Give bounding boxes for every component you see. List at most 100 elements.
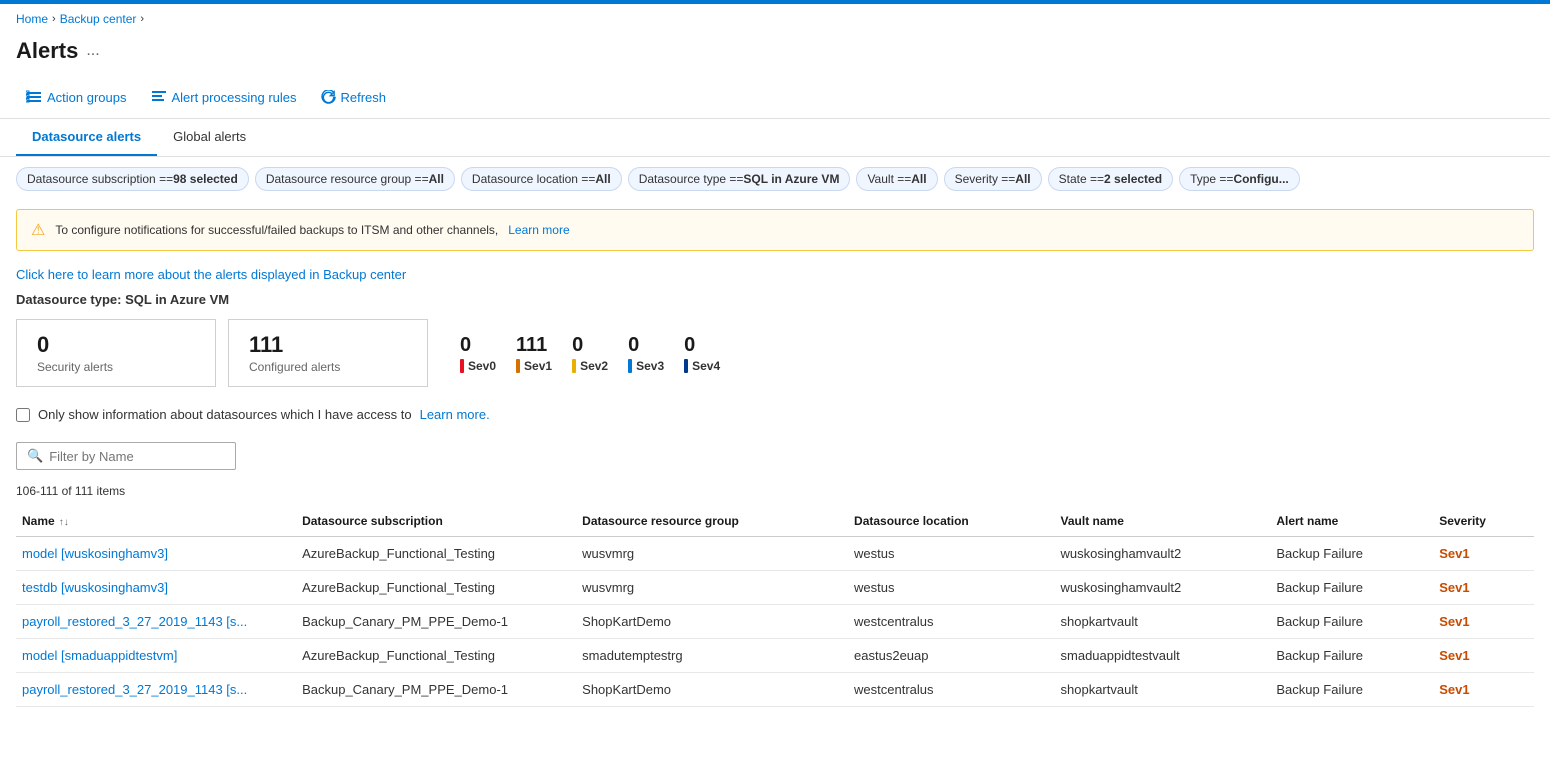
- sev-item-sev4: 0 Sev4: [684, 334, 720, 373]
- refresh-button[interactable]: Refresh: [311, 85, 397, 110]
- sev1-label: Sev1: [524, 359, 552, 373]
- more-options-icon[interactable]: ...: [86, 42, 99, 60]
- sev0-bar: [460, 359, 464, 373]
- warning-learn-more-link[interactable]: Learn more: [508, 223, 569, 237]
- datasource-access-checkbox[interactable]: [16, 408, 30, 422]
- col-header-subscription: Datasource subscription: [296, 506, 576, 537]
- table-row: model [wuskosinghamv3]AzureBackup_Functi…: [16, 537, 1534, 571]
- table-cell-name[interactable]: model [smaduappidtestvm]: [16, 639, 296, 673]
- configured-alerts-label: Configured alerts: [249, 360, 407, 374]
- col-header-severity: Severity: [1433, 506, 1534, 537]
- action-groups-icon: [26, 89, 42, 105]
- filter-pill[interactable]: Datasource subscription == 98 selected: [16, 167, 249, 191]
- sev0-value: 0: [460, 334, 471, 357]
- learn-more-alerts-link[interactable]: Click here to learn more about the alert…: [16, 267, 406, 282]
- search-icon: 🔍: [27, 448, 43, 464]
- sev3-label: Sev3: [636, 359, 664, 373]
- search-row: 🔍: [0, 438, 1550, 480]
- breadcrumb-backup-center[interactable]: Backup center: [60, 12, 137, 26]
- breadcrumb-home[interactable]: Home: [16, 12, 48, 26]
- filter-pill[interactable]: Type == Configu...: [1179, 167, 1300, 191]
- table-cell-location: westcentralus: [848, 673, 1054, 707]
- filter-pill[interactable]: Datasource type == SQL in Azure VM: [628, 167, 851, 191]
- items-count: 106-111 of 111 items: [0, 480, 1550, 506]
- alert-processing-rules-icon: [151, 89, 167, 105]
- sev1-value: 111: [516, 334, 547, 357]
- security-alerts-card[interactable]: 0 Security alerts: [16, 319, 216, 387]
- table-row: payroll_restored_3_27_2019_1143 [s... Bac…: [16, 673, 1534, 707]
- table-cell-severity: Sev1: [1433, 537, 1534, 571]
- datasource-access-row: Only show information about datasources …: [0, 399, 1550, 438]
- filter-pill[interactable]: Severity == All: [944, 167, 1042, 191]
- breadcrumb-chevron-2: ›: [140, 13, 144, 25]
- table-cell-resource_group: smadutemptestrg: [576, 639, 848, 673]
- table-cell-name[interactable]: testdb [wuskosinghamv3]: [16, 571, 296, 605]
- sev0-badge: Sev0: [460, 359, 496, 373]
- security-alerts-label: Security alerts: [37, 360, 195, 374]
- action-groups-label: Action groups: [47, 90, 127, 105]
- table-row: model [smaduappidtestvm]AzureBackup_Func…: [16, 639, 1534, 673]
- toolbar: Action groups Alert processing rules Ref…: [0, 76, 1550, 119]
- table-container: Name↑↓Datasource subscriptionDatasource …: [0, 506, 1550, 707]
- sev2-badge: Sev2: [572, 359, 608, 373]
- table-cell-vault_name: wuskosinghamvault2: [1055, 537, 1271, 571]
- sev1-bar: [516, 359, 520, 373]
- filter-pill[interactable]: Datasource resource group == All: [255, 167, 455, 191]
- table-cell-location: westus: [848, 571, 1054, 605]
- sev0-label: Sev0: [468, 359, 496, 373]
- sev-item-sev3: 0 Sev3: [628, 334, 664, 373]
- table-cell-resource_group: wusvmrg: [576, 571, 848, 605]
- page-header: Alerts ...: [0, 34, 1550, 76]
- sev-item-sev2: 0 Sev2: [572, 334, 608, 373]
- table-cell-name[interactable]: payroll_restored_3_27_2019_1143 [s...: [16, 605, 296, 639]
- datasource-access-learn-more[interactable]: Learn more.: [420, 407, 490, 422]
- sev-item-sev0: 0 Sev0: [460, 334, 496, 373]
- sev4-bar: [684, 359, 688, 373]
- sev2-label: Sev2: [580, 359, 608, 373]
- alert-processing-rules-label: Alert processing rules: [172, 90, 297, 105]
- table-cell-name[interactable]: model [wuskosinghamv3]: [16, 537, 296, 571]
- col-header-resource_group: Datasource resource group: [576, 506, 848, 537]
- metrics-row: 0 Security alerts 111 Configured alerts …: [0, 315, 1550, 399]
- sev2-bar: [572, 359, 576, 373]
- table-cell-alert_name: Backup Failure: [1270, 639, 1433, 673]
- page-title: Alerts: [16, 38, 78, 64]
- table-cell-severity: Sev1: [1433, 639, 1534, 673]
- tab-datasource-alerts[interactable]: Datasource alerts: [16, 119, 157, 156]
- table-cell-subscription: AzureBackup_Functional_Testing: [296, 537, 576, 571]
- table-cell-vault_name: shopkartvault: [1055, 673, 1271, 707]
- table-cell-vault_name: shopkartvault: [1055, 605, 1271, 639]
- table-cell-location: westcentralus: [848, 605, 1054, 639]
- filter-pill[interactable]: State == 2 selected: [1048, 167, 1173, 191]
- learn-more-section: Click here to learn more about the alert…: [0, 259, 1550, 286]
- table-cell-subscription: AzureBackup_Functional_Testing: [296, 571, 576, 605]
- search-input[interactable]: [49, 449, 225, 464]
- filter-pill[interactable]: Datasource location == All: [461, 167, 622, 191]
- refresh-label: Refresh: [341, 90, 387, 105]
- search-box: 🔍: [16, 442, 236, 470]
- table-cell-vault_name: smaduappidtestvault: [1055, 639, 1271, 673]
- breadcrumb-chevron-1: ›: [52, 13, 56, 25]
- action-groups-button[interactable]: Action groups: [16, 84, 137, 110]
- alert-processing-rules-button[interactable]: Alert processing rules: [141, 84, 307, 110]
- tab-global-alerts[interactable]: Global alerts: [157, 119, 262, 156]
- warning-message: To configure notifications for successfu…: [55, 223, 498, 237]
- sev3-badge: Sev3: [628, 359, 664, 373]
- table-row: testdb [wuskosinghamv3]AzureBackup_Funct…: [16, 571, 1534, 605]
- sev4-badge: Sev4: [684, 359, 720, 373]
- col-header-name[interactable]: Name↑↓: [16, 506, 296, 537]
- table-cell-severity: Sev1: [1433, 673, 1534, 707]
- sev3-bar: [628, 359, 632, 373]
- table-cell-name[interactable]: payroll_restored_3_27_2019_1143 [s...: [16, 673, 296, 707]
- table-body: model [wuskosinghamv3]AzureBackup_Functi…: [16, 537, 1534, 707]
- configured-alerts-card[interactable]: 111 Configured alerts: [228, 319, 428, 387]
- sev1-badge: Sev1: [516, 359, 552, 373]
- datasource-access-label: Only show information about datasources …: [38, 407, 412, 422]
- table-cell-vault_name: wuskosinghamvault2: [1055, 571, 1271, 605]
- table-cell-subscription: Backup_Canary_PM_PPE_Demo-1: [296, 605, 576, 639]
- filter-pill[interactable]: Vault == All: [856, 167, 937, 191]
- table-row: payroll_restored_3_27_2019_1143 [s...Bac…: [16, 605, 1534, 639]
- sev3-value: 0: [628, 334, 639, 357]
- warning-icon: ⚠: [31, 220, 45, 240]
- table-cell-alert_name: Backup Failure: [1270, 673, 1433, 707]
